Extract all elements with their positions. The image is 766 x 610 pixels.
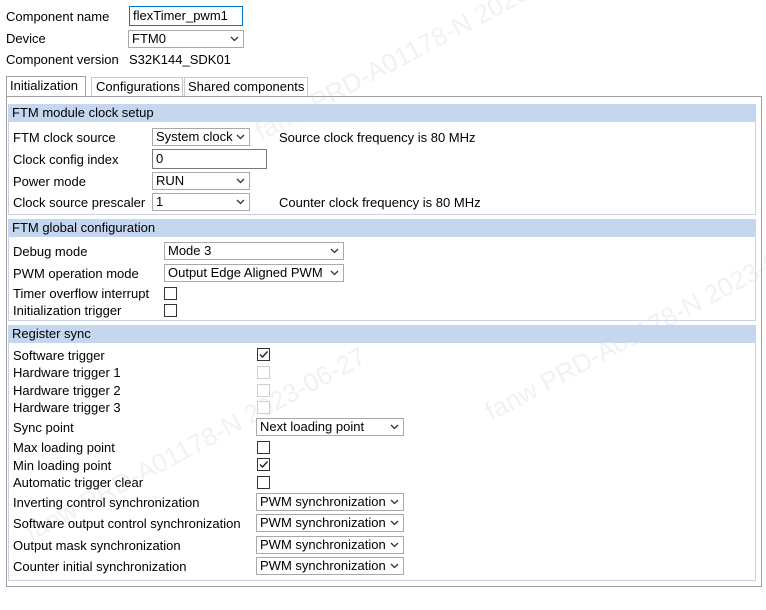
component-version-label: Component version — [6, 52, 119, 67]
initialization-trigger-label: Initialization trigger — [13, 303, 122, 318]
global-config-header: FTM global configuration — [8, 219, 756, 237]
chevron-down-icon — [389, 537, 399, 553]
hardware-trigger-1-label: Hardware trigger 1 — [13, 365, 121, 380]
checkmark-icon — [259, 351, 269, 359]
clock-source-select[interactable]: System clock — [152, 128, 250, 146]
hardware-trigger-2-label: Hardware trigger 2 — [13, 383, 121, 398]
device-select[interactable]: FTM0 — [128, 30, 244, 48]
clock-setup-header: FTM module clock setup — [8, 104, 756, 122]
chevron-down-icon — [235, 173, 245, 189]
pwm-mode-value: Output Edge Aligned PWM — [168, 265, 323, 280]
clock-source-label: FTM clock source — [13, 130, 116, 145]
auto-trigger-clear-label: Automatic trigger clear — [13, 475, 144, 490]
sw-output-sync-select[interactable]: PWM synchronization — [256, 514, 404, 532]
inverting-sync-select[interactable]: PWM synchronization — [256, 493, 404, 511]
sw-output-sync-value: PWM synchronization — [260, 515, 386, 530]
min-loading-label: Min loading point — [13, 458, 112, 473]
power-mode-value: RUN — [156, 173, 185, 188]
hardware-trigger-3-label: Hardware trigger 3 — [13, 400, 121, 415]
hardware-trigger-1-checkbox[interactable] — [257, 366, 270, 379]
initialization-trigger-checkbox[interactable] — [164, 304, 177, 317]
sw-output-sync-label: Software output control synchronization — [13, 516, 241, 531]
sync-point-select[interactable]: Next loading point — [256, 418, 404, 436]
clock-source-value: System clock — [156, 129, 233, 144]
tab-configurations[interactable]: Configurations — [91, 77, 183, 96]
chevron-down-icon — [389, 494, 399, 510]
chevron-down-icon — [389, 558, 399, 574]
power-mode-select[interactable]: RUN — [152, 172, 250, 190]
chevron-down-icon — [329, 243, 339, 259]
tab-shared-components[interactable]: Shared components — [184, 77, 308, 96]
hardware-trigger-2-checkbox[interactable] — [257, 384, 270, 397]
sync-point-value: Next loading point — [260, 419, 365, 434]
chevron-down-icon — [389, 515, 399, 531]
max-loading-label: Max loading point — [13, 440, 115, 455]
component-version-value: S32K144_SDK01 — [129, 52, 231, 67]
chevron-down-icon — [235, 129, 245, 145]
tab-configurations-label: Configurations — [96, 79, 180, 94]
chevron-down-icon — [329, 265, 339, 281]
clock-prescaler-select[interactable]: 1 — [152, 193, 250, 211]
pwm-mode-select[interactable]: Output Edge Aligned PWM — [164, 264, 344, 282]
power-mode-label: Power mode — [13, 174, 86, 189]
inverting-sync-value: PWM synchronization — [260, 494, 386, 509]
counter-init-sync-select[interactable]: PWM synchronization — [256, 557, 404, 575]
counter-frequency-text: Counter clock frequency is 80 MHz — [279, 195, 481, 210]
clock-config-index-input[interactable]: 0 — [152, 149, 267, 169]
output-mask-sync-value: PWM synchronization — [260, 537, 386, 552]
output-mask-sync-select[interactable]: PWM synchronization — [256, 536, 404, 554]
tab-initialization[interactable]: Initialization — [6, 76, 86, 97]
clock-prescaler-label: Clock source prescaler — [13, 195, 146, 210]
chevron-down-icon — [229, 31, 239, 47]
device-label: Device — [6, 31, 46, 46]
checkmark-icon — [259, 461, 269, 469]
software-trigger-label: Software trigger — [13, 348, 105, 363]
register-sync-header: Register sync — [8, 325, 756, 343]
component-name-input[interactable]: flexTimer_pwm1 — [129, 6, 243, 26]
debug-mode-label: Debug mode — [13, 244, 88, 259]
timer-overflow-label: Timer overflow interrupt — [13, 286, 150, 301]
output-mask-sync-label: Output mask synchronization — [13, 538, 181, 553]
device-select-value: FTM0 — [132, 31, 166, 46]
chevron-down-icon — [389, 419, 399, 435]
counter-init-sync-value: PWM synchronization — [260, 558, 386, 573]
max-loading-checkbox[interactable] — [257, 441, 270, 454]
debug-mode-select[interactable]: Mode 3 — [164, 242, 344, 260]
tab-shared-components-label: Shared components — [188, 79, 305, 94]
inverting-sync-label: Inverting control synchronization — [13, 495, 200, 510]
sync-point-label: Sync point — [13, 420, 74, 435]
min-loading-checkbox[interactable] — [257, 458, 270, 471]
debug-mode-value: Mode 3 — [168, 243, 212, 258]
component-name-label: Component name — [6, 9, 110, 24]
timer-overflow-checkbox[interactable] — [164, 287, 177, 300]
chevron-down-icon — [235, 194, 245, 210]
pwm-mode-label: PWM operation mode — [13, 266, 139, 281]
source-frequency-text: Source clock frequency is 80 MHz — [279, 130, 476, 145]
counter-init-sync-label: Counter initial synchronization — [13, 559, 187, 574]
clock-config-index-label: Clock config index — [13, 152, 119, 167]
software-trigger-checkbox[interactable] — [257, 348, 270, 361]
hardware-trigger-3-checkbox[interactable] — [257, 401, 270, 414]
clock-prescaler-value: 1 — [156, 194, 164, 209]
auto-trigger-clear-checkbox[interactable] — [257, 476, 270, 489]
tab-initialization-label: Initialization — [10, 78, 78, 93]
